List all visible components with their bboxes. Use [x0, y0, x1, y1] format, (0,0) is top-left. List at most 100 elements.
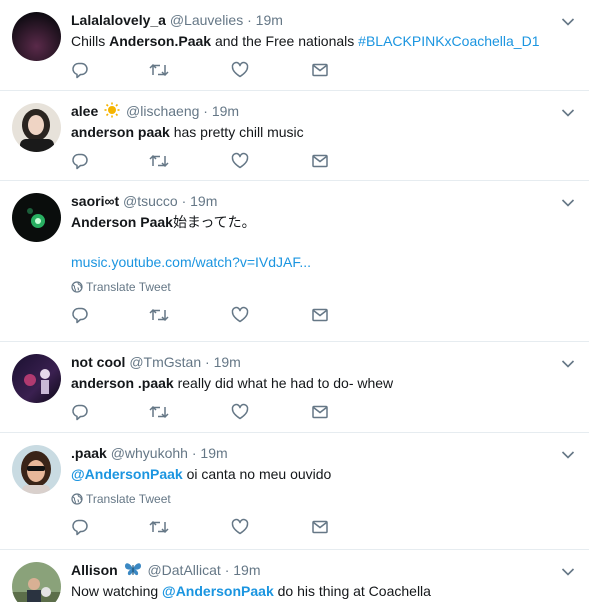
youtube-link[interactable]: music.youtube.com/watch?v=IVdJAF... — [71, 254, 311, 270]
heart-icon[interactable] — [231, 518, 251, 538]
tweet-actions — [71, 51, 577, 91]
envelope-icon[interactable] — [311, 403, 331, 423]
text-segment: 始まってた。 — [172, 214, 256, 230]
chevron-down-icon[interactable] — [561, 195, 575, 207]
display-name[interactable]: Lalalalovely_a — [71, 12, 166, 28]
display-name[interactable]: saori∞t — [71, 193, 119, 209]
retweet-icon[interactable] — [149, 306, 169, 326]
globe-icon — [71, 281, 83, 293]
user-handle[interactable]: @TmGstan — [129, 354, 201, 370]
tweet[interactable]: alee @lischaeng · 19m anderson paak has … — [0, 91, 589, 181]
tweet-text: Anderson Paak始まってた。 — [71, 212, 577, 232]
chevron-down-icon[interactable] — [561, 356, 575, 368]
reply-icon[interactable] — [71, 403, 91, 423]
avatar[interactable] — [12, 354, 61, 403]
tweet-header: not cool @TmGstan · 19m — [71, 353, 577, 372]
chevron-down-icon[interactable] — [561, 14, 575, 26]
highlighted-term: Anderson Paak — [71, 214, 173, 230]
timestamp[interactable]: 19m — [200, 445, 227, 461]
tweet-text: Chills Anderson.Paak and the Free nation… — [71, 31, 577, 51]
retweet-icon[interactable] — [149, 403, 169, 423]
chevron-down-icon[interactable] — [561, 105, 575, 117]
text-segment: really did what he had to do- whew — [173, 375, 394, 391]
hashtag-link[interactable]: #BLACKPINKxCoachella_D1 — [358, 33, 539, 49]
display-name[interactable]: Allison — [71, 562, 118, 578]
retweet-icon[interactable] — [149, 61, 169, 81]
text-segment: oi canta no meu ouvido — [182, 466, 332, 482]
envelope-icon[interactable] — [311, 61, 331, 81]
mention-link[interactable]: @AndersonPaak — [162, 583, 274, 599]
display-name[interactable]: not cool — [71, 354, 125, 370]
text-segment: has pretty chill music — [169, 124, 304, 140]
highlighted-term: anderson .paak — [71, 375, 174, 391]
tweet-header: Lalalalovely_a @Lauvelies · 19m — [71, 11, 577, 30]
text-segment: and the Free nationals — [211, 33, 359, 49]
user-handle[interactable]: @DatAllicat — [147, 562, 220, 578]
tweet-feed: Lalalalovely_a @Lauvelies · 19m Chills A… — [0, 0, 589, 602]
separator-dot: · — [181, 193, 187, 209]
tweet-text: anderson .paak really did what he had to… — [71, 373, 577, 393]
tweet-header: .paak @whyukohh · 19m — [71, 444, 577, 463]
heart-icon[interactable] — [231, 152, 251, 172]
timestamp[interactable]: 19m — [233, 562, 260, 578]
chevron-down-icon[interactable] — [561, 447, 575, 459]
highlighted-term: anderson paak — [71, 124, 170, 140]
text-segment: do his thing at Coachella — [273, 583, 431, 599]
mention-link[interactable]: @AndersonPaak — [71, 466, 183, 482]
heart-icon[interactable] — [231, 306, 251, 326]
retweet-icon[interactable] — [149, 152, 169, 172]
tweet[interactable]: not cool @TmGstan · 19m anderson .paak r… — [0, 342, 589, 433]
display-name[interactable]: .paak — [71, 445, 107, 461]
tweet-text: anderson paak has pretty chill music — [71, 122, 577, 142]
heart-icon[interactable] — [231, 61, 251, 81]
avatar[interactable] — [12, 562, 61, 602]
user-handle[interactable]: @whyukohh — [111, 445, 188, 461]
separator-dot: · — [224, 562, 230, 578]
avatar[interactable] — [12, 445, 61, 494]
timestamp[interactable]: 19m — [212, 103, 239, 119]
tweet-text: @AndersonPaak oi canta no meu ouvido — [71, 464, 577, 484]
user-handle[interactable]: @tsucco — [123, 193, 178, 209]
translate-tweet[interactable]: Translate Tweet — [71, 278, 577, 296]
envelope-icon[interactable] — [311, 152, 331, 172]
tweet-actions — [71, 142, 577, 182]
chevron-down-icon[interactable] — [561, 564, 575, 576]
user-handle[interactable]: @Lauvelies — [170, 12, 243, 28]
tweet-link-line: music.youtube.com/watch?v=IVdJAF... — [71, 252, 577, 272]
translate-tweet[interactable]: Translate Tweet — [71, 490, 577, 508]
avatar[interactable] — [12, 103, 61, 152]
reply-icon[interactable] — [71, 306, 91, 326]
separator-dot: · — [203, 103, 208, 119]
display-name[interactable]: alee — [71, 103, 98, 119]
tweet-header: Allison @DatAllicat · 19m — [71, 561, 577, 580]
avatar[interactable] — [12, 12, 61, 61]
tweet-actions — [71, 296, 577, 336]
avatar[interactable] — [12, 193, 61, 242]
sun-emoji-icon — [104, 102, 120, 123]
reply-icon[interactable] — [71, 61, 91, 81]
separator-dot: · — [205, 354, 210, 370]
user-handle[interactable]: @lischaeng — [126, 103, 199, 119]
reply-icon[interactable] — [71, 518, 91, 538]
separator-dot: · — [247, 12, 252, 28]
timestamp[interactable]: 19m — [190, 193, 217, 209]
tweet[interactable]: Lalalalovely_a @Lauvelies · 19m Chills A… — [0, 0, 589, 91]
highlighted-term: Anderson.Paak — [109, 33, 212, 49]
envelope-icon[interactable] — [311, 518, 331, 538]
separator-dot: · — [191, 445, 197, 461]
reply-icon[interactable] — [71, 152, 91, 172]
timestamp[interactable]: 19m — [256, 12, 283, 28]
tweet-header: saori∞t @tsucco · 19m — [71, 192, 577, 211]
butterfly-emoji-icon — [124, 561, 142, 582]
tweet[interactable]: .paak @whyukohh · 19m @AndersonPaak oi c… — [0, 433, 589, 550]
heart-icon[interactable] — [231, 403, 251, 423]
translate-label: Translate Tweet — [86, 492, 171, 506]
timestamp[interactable]: 19m — [214, 354, 241, 370]
globe-icon — [71, 493, 83, 505]
text-segment: Chills — [71, 33, 110, 49]
envelope-icon[interactable] — [311, 306, 331, 326]
retweet-icon[interactable] — [149, 518, 169, 538]
text-segment: Now watching — [71, 583, 163, 599]
tweet[interactable]: saori∞t @tsucco · 19m Anderson Paak始まってた… — [0, 181, 589, 342]
tweet[interactable]: Allison @DatAllicat · 19m Now watching @… — [0, 550, 589, 602]
